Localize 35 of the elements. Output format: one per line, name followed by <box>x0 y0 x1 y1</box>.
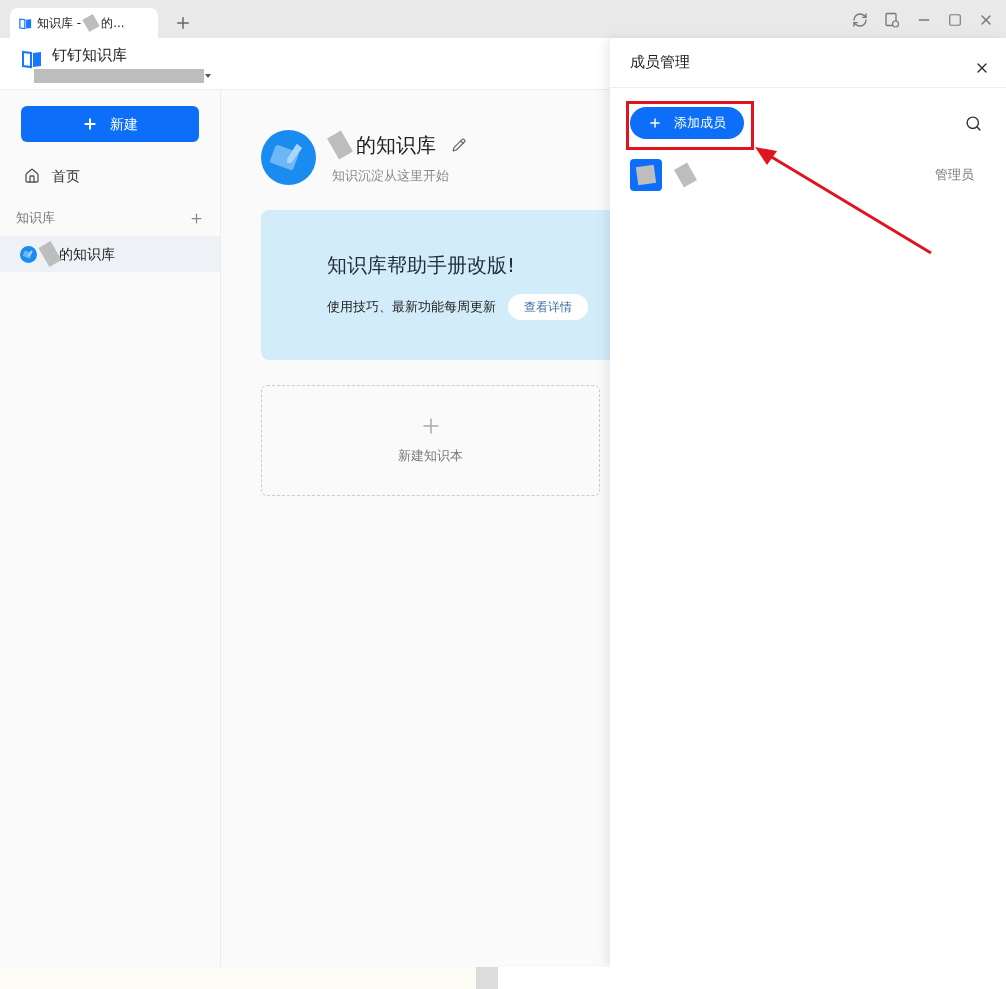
notebook-logo-icon <box>20 245 37 263</box>
space-title: 的知识库 <box>356 132 436 159</box>
new-tab-icon[interactable] <box>174 14 192 32</box>
workspace-dropdown[interactable] <box>34 68 211 83</box>
plus-icon <box>648 116 662 130</box>
edit-icon[interactable] <box>452 138 466 152</box>
browser-tab[interactable]: 知识库 - 的... <box>10 8 158 38</box>
plus-icon <box>82 116 98 132</box>
app-name: 钉钉知识库 <box>52 45 128 66</box>
member-role: 管理员 <box>935 166 974 185</box>
section-label: 知识库 <box>16 209 55 228</box>
new-button[interactable]: 新建 <box>21 106 199 142</box>
nav-item[interactable]: 首页 <box>0 158 220 194</box>
maximize-icon[interactable] <box>948 13 962 27</box>
details-button[interactable]: 查看详情 <box>508 293 588 320</box>
refresh-icon[interactable] <box>852 12 868 28</box>
search-icon[interactable] <box>965 114 982 132</box>
notebook-logo-icon <box>261 130 316 186</box>
book-icon <box>18 15 33 31</box>
scrollbar <box>476 967 498 989</box>
banner-title: 知识库帮助手册改版! <box>327 251 517 279</box>
banner-text: 使用技巧、最新功能每周更新 <box>327 297 496 316</box>
history-icon[interactable] <box>884 12 900 28</box>
space-item[interactable]: 的知识库 <box>0 236 220 272</box>
add-space-icon[interactable] <box>189 210 204 226</box>
add-member-button[interactable]: 添加成员 <box>630 107 744 139</box>
drawer-title: 成员管理 <box>630 52 690 74</box>
new-book-label: 新建知识本 <box>398 447 463 466</box>
home-icon <box>24 168 40 184</box>
tab-title: 的... <box>101 15 125 32</box>
space-name: 的知识库 <box>59 244 115 264</box>
tab-title: 知识库 - <box>37 15 82 32</box>
space-subtitle: 知识沉淀从这里开始 <box>332 167 450 185</box>
member-avatar <box>630 159 662 191</box>
new-book-card[interactable]: 新建知识本 <box>261 384 600 496</box>
